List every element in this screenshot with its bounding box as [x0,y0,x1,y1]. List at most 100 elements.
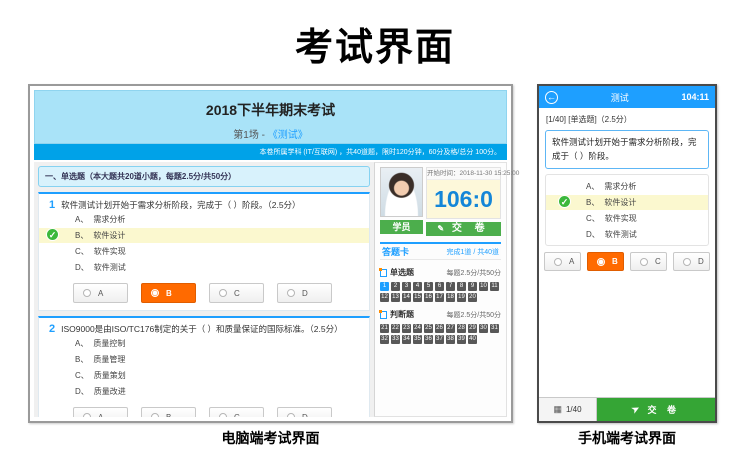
answer-tile-33[interactable]: 33 [391,335,400,344]
option-row[interactable]: ✓B、软件设计 [546,195,708,210]
option-row[interactable]: C、软件实现 [546,211,708,226]
answer-tile-19[interactable]: 19 [457,293,466,302]
option-button-label: D [302,413,308,418]
option-button-C[interactable]: C [209,283,264,303]
option-button-A[interactable]: A [73,283,128,303]
answer-tile-26[interactable]: 26 [435,324,444,333]
option-text: 软件设计 [93,231,125,240]
answer-tile-1[interactable]: 1 [380,282,389,291]
answer-tile-39[interactable]: 39 [457,335,466,344]
option-row[interactable]: D、质量改进 [39,384,369,399]
option-row[interactable]: C、软件实现 [39,244,369,259]
answer-section-label: 判断题 [390,309,414,320]
answer-tile-21[interactable]: 21 [380,324,389,333]
answer-section-score: 每题2.5分/共50分 [447,268,501,278]
option-letter: C、 [75,247,89,256]
back-icon[interactable]: ← [545,91,558,104]
option-text: 软件实现 [605,214,637,223]
answer-tile-grid: 2122232425262728293031 323334353637383940 [380,324,501,344]
start-time: 开始时间：2018-11-30 15:25:00 [427,168,500,180]
option-button-B[interactable]: B [587,252,624,271]
answer-sheet-button[interactable]: ▦ 1/40 [539,398,597,421]
answer-tile-6[interactable]: 6 [435,282,444,291]
answer-tile-16[interactable]: 16 [424,293,433,302]
answer-tile-30[interactable]: 30 [479,324,488,333]
answer-tile-3[interactable]: 3 [402,282,411,291]
answer-tile-29[interactable]: 29 [468,324,477,333]
option-button-B[interactable]: B [141,407,196,417]
answer-tile-10[interactable]: 10 [479,282,488,291]
option-row[interactable]: D、软件测试 [546,227,708,242]
answer-tile-38[interactable]: 38 [446,335,455,344]
answer-buttons: A B C D [73,407,369,417]
radio-icon [683,258,691,266]
mobile-submit-button[interactable]: ➤ 交 卷 [597,398,715,421]
exam-header: 2018下半年期末考试 第1场 - 《测试》 [34,90,507,144]
answer-tile-4[interactable]: 4 [413,282,422,291]
answer-tile-20[interactable]: 20 [468,293,477,302]
option-button-label: C [234,289,240,298]
mobile-header: ← 测试 104:11 [539,86,715,108]
answer-tile-27[interactable]: 27 [446,324,455,333]
answer-tile-24[interactable]: 24 [413,324,422,333]
answer-tile-17[interactable]: 17 [435,293,444,302]
answer-tile-25[interactable]: 25 [424,324,433,333]
exam-paper-name: 《测试》 [268,130,308,141]
answer-tile-12[interactable]: 12 [380,293,389,302]
option-row[interactable]: A、质量控制 [39,336,369,351]
answer-tile-9[interactable]: 9 [468,282,477,291]
question-card: 1软件测试计划开始于需求分析阶段，完成于（ ）阶段。（2.5分）A、需求分析✓B… [38,192,370,311]
option-button-A[interactable]: A [73,407,128,417]
option-button-D[interactable]: D [277,407,332,417]
answer-tile-40[interactable]: 40 [468,335,477,344]
mobile-progress: 1/40 [566,405,582,414]
option-row[interactable]: D、软件测试 [39,260,369,275]
answer-tile-5[interactable]: 5 [424,282,433,291]
answer-tile-7[interactable]: 7 [446,282,455,291]
option-button-label: D [698,257,704,266]
answer-tile-22[interactable]: 22 [391,324,400,333]
option-row[interactable]: ✓B、软件设计 [39,228,369,243]
submit-button[interactable]: ✎ 交 卷 [426,222,501,236]
option-button-A[interactable]: A [544,252,581,271]
radio-icon [219,289,227,297]
answer-tile-2[interactable]: 2 [391,282,400,291]
option-button-D[interactable]: D [673,252,710,271]
answer-tile-8[interactable]: 8 [457,282,466,291]
countdown-timer: 106:0 [427,180,500,218]
answer-tile-14[interactable]: 14 [402,293,411,302]
radio-icon [554,258,562,266]
option-letter: D、 [75,263,89,272]
option-button-C[interactable]: C [209,407,264,417]
answer-tile-34[interactable]: 34 [402,335,411,344]
answer-tile-37[interactable]: 37 [435,335,444,344]
option-button-B[interactable]: B [141,283,196,303]
answer-tile-35[interactable]: 35 [413,335,422,344]
mobile-title: 测试 [558,91,681,104]
option-letter: C、 [75,371,89,380]
answer-tile-13[interactable]: 13 [391,293,400,302]
answer-tile-18[interactable]: 18 [446,293,455,302]
answer-tile-31[interactable]: 31 [490,324,499,333]
answer-tile-28[interactable]: 28 [457,324,466,333]
answer-section-header: 单选题每题2.5分/共50分 [380,267,501,278]
answer-section-name: 判断题 [380,309,414,320]
answer-tile-32[interactable]: 32 [380,335,389,344]
answer-tile-23[interactable]: 23 [402,324,411,333]
desktop-exam-panel: 2018下半年期末考试 第1场 - 《测试》 本卷所属学科 (IT/互联网) ，… [28,84,513,423]
answer-tile-11[interactable]: 11 [490,282,499,291]
option-button-C[interactable]: C [630,252,667,271]
option-row[interactable]: B、质量管理 [39,352,369,367]
option-row[interactable]: A、需求分析 [546,179,708,194]
student-column: 学员 [380,167,423,236]
answer-tile-15[interactable]: 15 [413,293,422,302]
option-row[interactable]: C、质量策划 [39,368,369,383]
student-photo [380,167,423,217]
radio-icon [83,413,91,417]
option-button-D[interactable]: D [277,283,332,303]
grid-icon: ▦ [553,404,562,415]
answer-tile-36[interactable]: 36 [424,335,433,344]
question-area: 一、单选题（本大题共20道小题，每题2.5分/共50分） 1软件测试计划开始于需… [34,162,374,417]
option-row[interactable]: A、需求分析 [39,212,369,227]
edit-icon: ✎ [437,224,444,233]
